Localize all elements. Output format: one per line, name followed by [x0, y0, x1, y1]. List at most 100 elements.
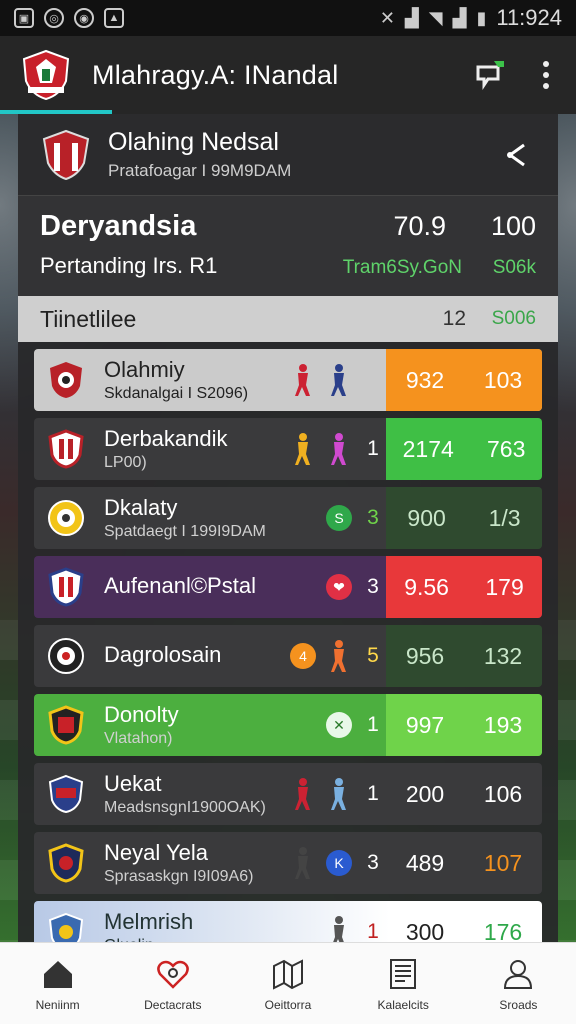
chat-button[interactable]	[468, 53, 512, 97]
score-1: 997	[405, 711, 445, 738]
score-2: 763	[487, 435, 526, 462]
score-1: 200	[405, 780, 445, 807]
club-subtitle: Spatdaegt I 199I9DAM	[104, 523, 266, 540]
club-name: Aufenanl©Pstal	[104, 573, 256, 598]
club-crest-icon	[48, 705, 84, 745]
score-1: 956	[405, 642, 445, 669]
club-subtitle: Sprasaskgn I9I09A6)	[104, 868, 254, 885]
club-name: Neyal Yela	[104, 840, 208, 865]
status-bar: ▣ ◎ ◉ ▲ ✕ ▟ ◥ ▟ ▮ 11:924	[0, 0, 576, 36]
score-2: 103	[483, 366, 523, 393]
team-name: Olahing Nedsal	[108, 128, 279, 156]
table-row[interactable]: Dagrolosain 4 5 956 132	[34, 625, 542, 687]
club-name: Dkalaty	[104, 495, 178, 520]
standings-list: Olahmiy Skdanalgai I S2096) 932 103 Derb…	[18, 349, 558, 963]
nav-item-favorites[interactable]: Dectacrats	[115, 943, 230, 1024]
player-icon	[295, 433, 310, 465]
club-crest-icon	[48, 500, 84, 536]
target-icon: ◉	[74, 8, 94, 28]
table-row[interactable]: Olahmiy Skdanalgai I S2096) 932 103	[34, 349, 542, 411]
score-1: 9.56	[404, 573, 449, 600]
signal-icon: ▟	[404, 7, 419, 28]
club-subtitle: Vlatahon)	[104, 730, 173, 747]
nav-item-map[interactable]: Oeittorra	[230, 943, 345, 1024]
table-row[interactable]: Derbakandik LP00) 1 2174 763	[34, 418, 542, 480]
club-crest-icon	[48, 774, 84, 814]
mute-icon: ✕	[379, 7, 395, 28]
status-badge: ✕	[326, 712, 352, 738]
summary-value-2: 100	[490, 211, 536, 241]
notification-icon: ▣	[14, 8, 34, 28]
nav-item-home[interactable]: Neniinm	[0, 943, 115, 1024]
score-block: 956 132	[386, 625, 542, 687]
player-icon	[331, 433, 346, 465]
club-rank: 1	[367, 782, 379, 805]
summary-title: Deryandsia	[40, 210, 197, 242]
score-1: 932	[405, 366, 445, 393]
table-header-label: Tiinetlilee	[40, 305, 137, 332]
nav-label: Sroads	[499, 997, 538, 1012]
map-icon	[273, 958, 303, 990]
news-icon	[390, 958, 417, 989]
share-button[interactable]	[496, 135, 536, 175]
chat-icon	[476, 61, 504, 90]
club-subtitle: MeadsnsgnI1900OAK)	[104, 799, 266, 816]
table-row[interactable]: Uekat MeadsnsgnI1900OAK) 1 200 106	[34, 763, 542, 825]
status-badge: ❤	[326, 574, 352, 600]
team-subtitle: Pratafoagar I 99M9DAM	[108, 161, 292, 180]
table-row[interactable]: Donolty Vlatahon) ✕ 1 997 193	[34, 694, 542, 756]
club-subtitle: Skdanalgai I S2096)	[104, 385, 249, 402]
score-1: 900	[407, 504, 446, 531]
status-badge: S	[326, 505, 352, 531]
club-logo-icon	[22, 49, 70, 101]
table-row[interactable]: Aufenanl©Pstal ❤ 3 9.56 179	[34, 556, 542, 618]
club-name: Melmrish	[104, 909, 194, 934]
club-crest-icon	[48, 567, 84, 607]
club-name: Donolty	[104, 702, 179, 727]
club-rank: 3	[367, 851, 379, 874]
club-name: Dagrolosain	[104, 642, 222, 667]
profile-icon	[504, 959, 533, 989]
score-2: 1/3	[488, 504, 521, 531]
club-name: Derbakandik	[104, 426, 228, 451]
dot-icon	[543, 83, 549, 89]
more-options-button[interactable]	[536, 53, 556, 97]
image-icon: ▲	[104, 8, 124, 28]
app-bar: Mlahragy.A: INandal	[0, 36, 576, 114]
club-rank: 1	[367, 920, 379, 943]
nav-item-news[interactable]: Kalaelcits	[346, 943, 461, 1024]
nav-label: Dectacrats	[144, 997, 202, 1012]
nav-item-profile[interactable]: Sroads	[461, 943, 576, 1024]
club-crest-icon	[48, 843, 84, 883]
summary-subtitle: Pertanding Irs. R1	[40, 253, 218, 278]
clock: 11:924	[496, 5, 562, 30]
club-name: Uekat	[104, 771, 162, 796]
club-crest-icon	[50, 362, 82, 398]
battery-icon: ▮	[476, 7, 487, 28]
team-crest-icon	[42, 129, 90, 180]
status-badge: K	[326, 850, 352, 876]
score-block: 997 193	[386, 694, 542, 756]
club-rank: 3	[367, 506, 379, 529]
dot-icon	[543, 72, 549, 78]
table-row[interactable]: Dkalaty Spatdaegt I 199I9DAM S 3 900 1/3	[34, 487, 542, 549]
team-header: Olahing Nedsal Pratafoagar I 99M9DAM	[18, 114, 558, 196]
score-block: 489 107	[386, 832, 542, 894]
player-icon	[295, 847, 310, 879]
nav-label: Oeittorra	[264, 997, 312, 1012]
club-crest-icon	[48, 429, 84, 469]
dot-icon	[543, 61, 549, 67]
signal-icon-2: ▟	[452, 7, 467, 28]
score-1: 2174	[402, 435, 454, 462]
club-rank: 5	[367, 644, 379, 667]
player-icon	[295, 778, 310, 810]
score-2: 107	[483, 849, 523, 876]
table-header: Tiinetlilee 12 S006	[18, 296, 558, 342]
nav-label: Neniinm	[35, 997, 80, 1012]
score-2: 106	[483, 780, 523, 807]
summary-green-2: S06k	[492, 257, 536, 278]
score-2: 193	[483, 711, 523, 738]
club-rank: 1	[367, 713, 379, 736]
table-row[interactable]: Neyal Yela Sprasaskgn I9I09A6) K 3 489 1…	[34, 832, 542, 894]
score-2: 132	[483, 642, 523, 669]
